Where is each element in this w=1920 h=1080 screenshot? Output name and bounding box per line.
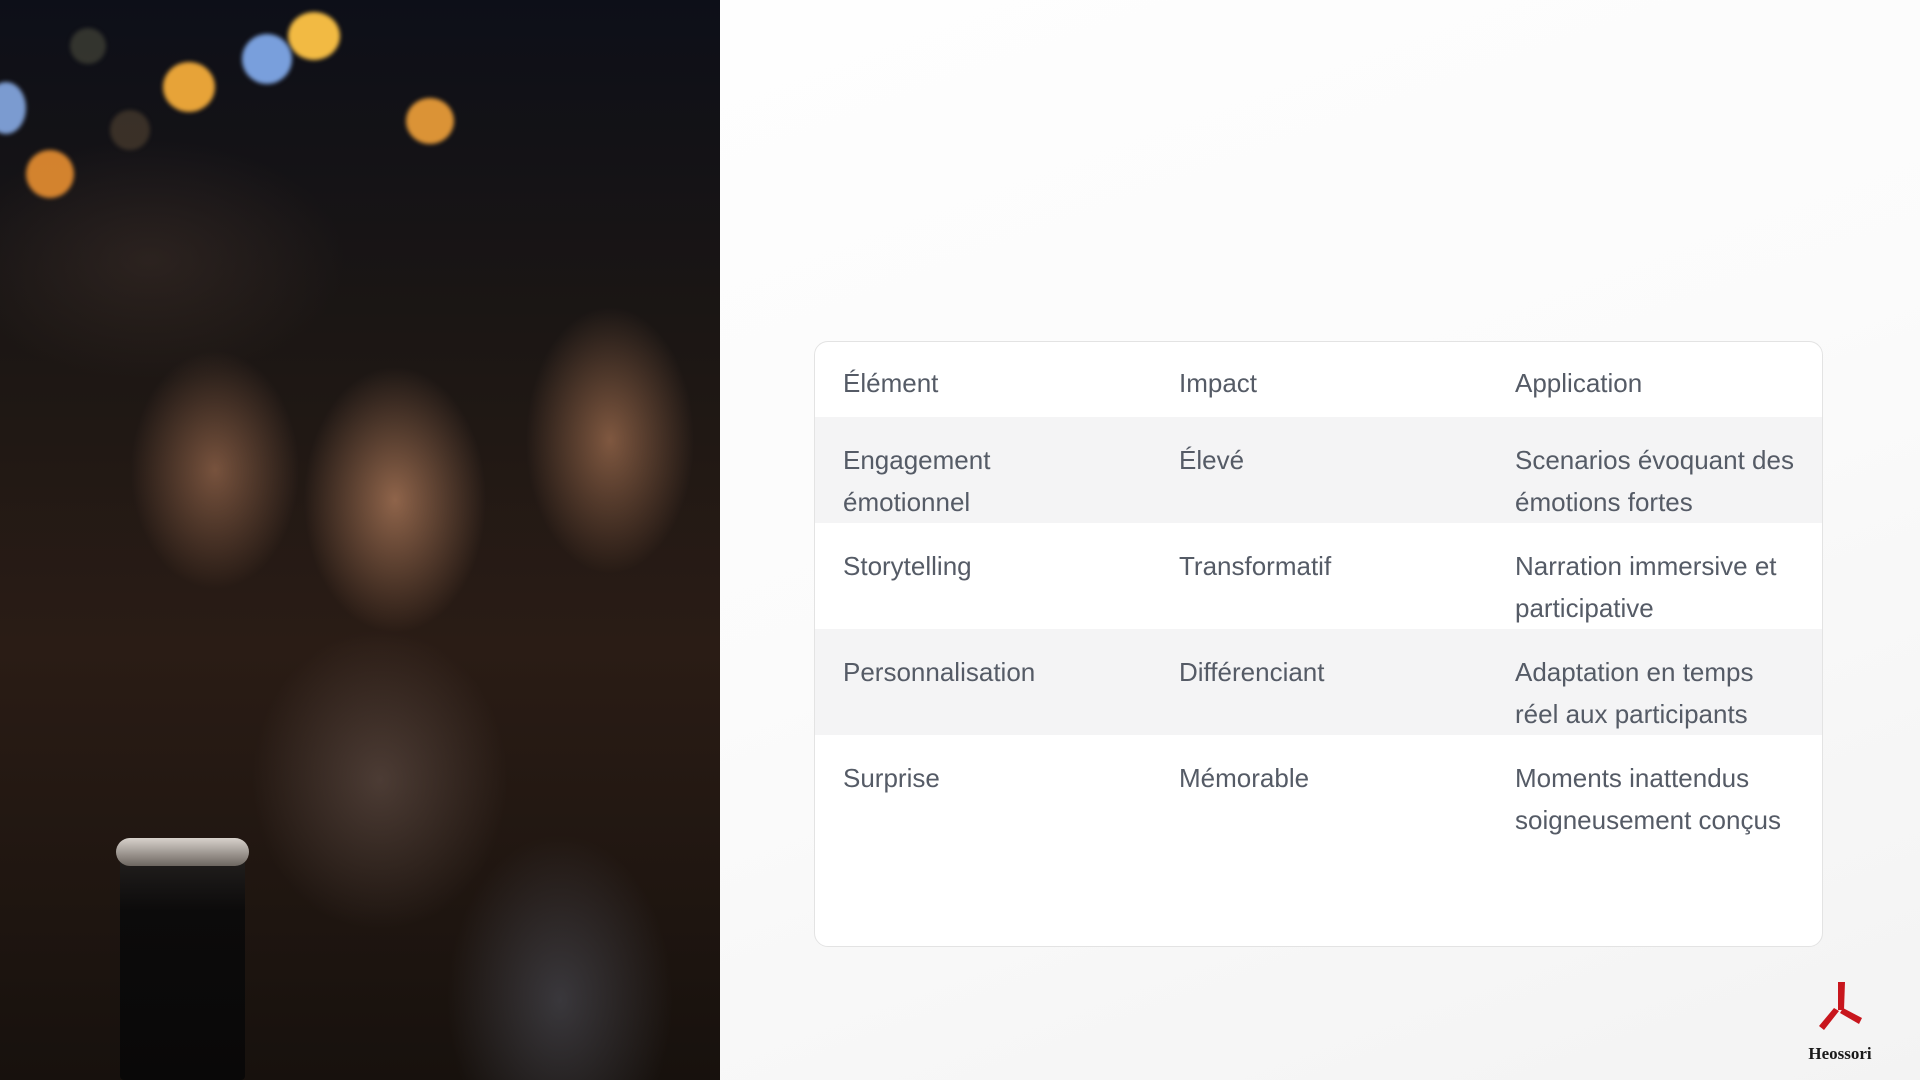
cell-element: Engagement émotionnel bbox=[843, 445, 991, 517]
bokeh-light bbox=[0, 82, 26, 134]
table-row: Personnalisation Différenciant Adaptatio… bbox=[815, 629, 1822, 735]
cell-element: Storytelling bbox=[843, 551, 972, 581]
bokeh-light bbox=[406, 98, 454, 144]
table-row: Storytelling Transformatif Narration imm… bbox=[815, 523, 1822, 629]
table-row: Surprise Mémorable Moments inattendus so… bbox=[815, 735, 1822, 841]
cell-application: Adaptation en temps réel aux participant… bbox=[1515, 657, 1754, 729]
bokeh-light bbox=[242, 34, 292, 84]
cell-impact: Transformatif bbox=[1179, 551, 1332, 581]
brand-logo-text: Heossori bbox=[1808, 1044, 1872, 1063]
bokeh-light bbox=[288, 12, 340, 60]
cell-application: Narration immersive et participative bbox=[1515, 551, 1777, 623]
header-application: Application bbox=[1515, 368, 1643, 398]
bokeh-light bbox=[163, 62, 215, 112]
header-impact: Impact bbox=[1179, 368, 1258, 398]
audience-photo bbox=[0, 0, 720, 1080]
brand-logo: Heossori bbox=[1790, 980, 1890, 1070]
coffee-cup-lid bbox=[116, 838, 249, 866]
coffee-cup bbox=[120, 838, 245, 1080]
cell-impact: Différenciant bbox=[1179, 657, 1325, 687]
cell-application: Scenarios évoquant des émotions fortes bbox=[1515, 445, 1794, 517]
cell-element: Surprise bbox=[843, 763, 940, 793]
slide: Élément Impact Application Engagement ém… bbox=[0, 0, 1920, 1080]
table-header-row: Élément Impact Application bbox=[815, 342, 1822, 417]
header-element: Élément bbox=[843, 368, 939, 398]
comparison-table-card: Élément Impact Application Engagement ém… bbox=[814, 341, 1823, 947]
table-row: Engagement émotionnel Élevé Scenarios év… bbox=[815, 417, 1822, 523]
comparison-table: Élément Impact Application Engagement ém… bbox=[815, 342, 1822, 841]
bokeh-light bbox=[70, 28, 106, 64]
cell-application: Moments inattendus soigneusement conçus bbox=[1515, 763, 1781, 835]
cell-impact: Élevé bbox=[1179, 445, 1245, 475]
bokeh-light bbox=[110, 110, 150, 150]
tri-blade-logo-icon bbox=[1819, 982, 1862, 1030]
bokeh-light bbox=[26, 150, 74, 198]
cell-element: Personnalisation bbox=[843, 657, 1036, 687]
cell-impact: Mémorable bbox=[1179, 763, 1310, 793]
